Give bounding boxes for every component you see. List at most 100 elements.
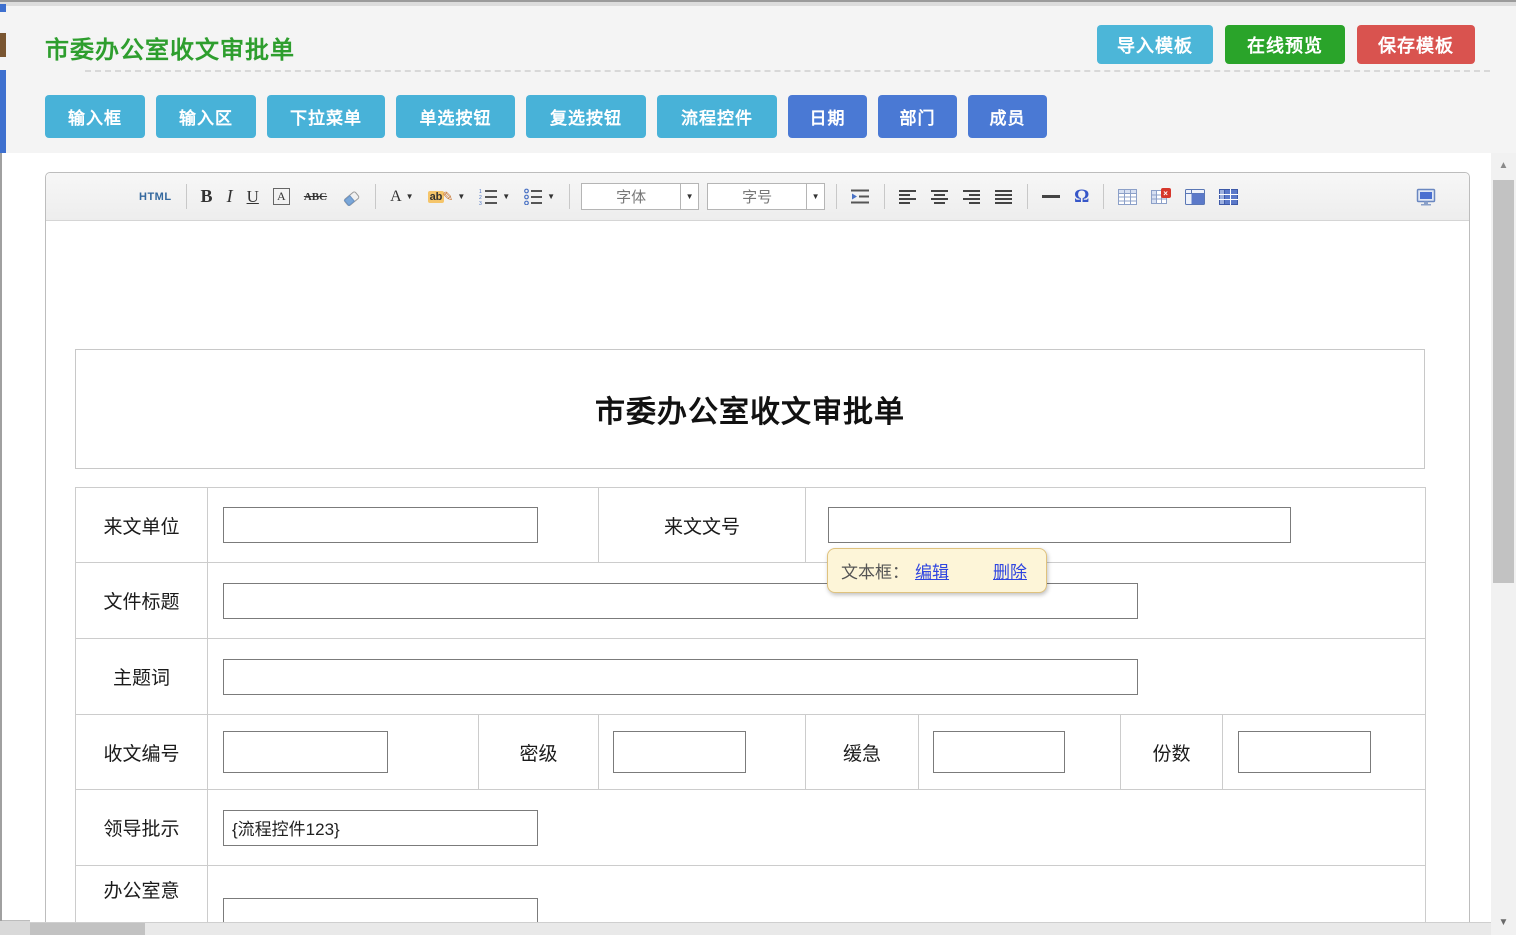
special-char-button[interactable]: Ω [1067,181,1096,213]
widget-department-button[interactable]: 部门 [878,95,957,138]
pencil-icon: ✎ [442,189,453,205]
subject-input[interactable] [223,659,1138,695]
horizontal-scrollbar[interactable] [0,922,1491,935]
widget-member-button[interactable]: 成员 [968,95,1047,138]
leader-comment-flow-input[interactable] [223,810,538,846]
incoming-unit-cell [208,488,599,563]
tooltip-label: 文本框： [841,558,909,583]
font-family-dropdown-button[interactable]: ▼ [681,183,699,210]
horizontal-scrollbar-corner [0,920,30,935]
widget-radio-button[interactable]: 单选按钮 [396,95,515,138]
tooltip-delete-link[interactable]: 删除 [993,558,1027,583]
leader-comment-label: 领导批示 [76,790,208,866]
urgency-cell [919,715,1121,790]
toolbar-separator [186,184,187,209]
align-left-icon [899,189,917,205]
align-left-button[interactable] [892,184,924,210]
incoming-number-input[interactable] [828,507,1291,543]
underline-button[interactable]: U [240,182,266,212]
remove-format-button[interactable] [334,183,368,211]
boxed-a-icon: A [273,188,290,205]
strikethrough-button[interactable]: ABC [297,186,334,208]
monitor-icon [1416,188,1436,206]
bold-button[interactable]: B [194,181,220,212]
table-delete-icon: × [1151,188,1171,205]
fullscreen-button[interactable] [1409,183,1443,211]
align-justify-button[interactable] [988,184,1020,210]
widget-input-box-button[interactable]: 输入框 [45,95,145,138]
cell-properties-icon [1185,189,1205,205]
copies-cell [1223,715,1426,790]
import-template-button[interactable]: 导入模板 [1097,25,1213,64]
toolbar-separator [569,184,570,209]
indent-button[interactable] [844,183,877,210]
widget-dropdown-button[interactable]: 下拉菜单 [267,95,385,138]
unordered-list-icon [524,188,543,205]
font-size-dropdown-button[interactable]: ▼ [807,183,825,210]
scroll-down-arrow[interactable]: ▼ [1491,911,1516,933]
ordered-list-icon: 1 2 3 [479,188,498,205]
incoming-unit-label: 来文单位 [76,488,208,563]
widget-date-button[interactable]: 日期 [788,95,867,138]
tooltip-edit-link[interactable]: 编辑 [915,558,949,583]
eraser-icon [341,188,361,206]
ordered-list-button[interactable]: 1 2 3 ▼ [472,183,517,210]
horizontal-scrollbar-thumb[interactable] [30,923,145,935]
toolbar-separator [375,184,376,209]
editor-toolbar: HTML B I U A ABC A▼ ab✎▼ 1 2 [46,173,1469,221]
table-properties-button[interactable] [1212,184,1245,210]
editor-document-area[interactable]: 市委办公室收文审批单 来文单位 来文文号 文件标题 主 [46,221,1469,934]
window-top-border-inner [0,2,1516,6]
font-size-value: 字号 [707,183,807,210]
highlight-color-button[interactable]: ab✎▼ [421,184,473,210]
font-family-select[interactable]: 字体 ▼ [581,183,699,210]
document-title-box: 市委办公室收文审批单 [75,349,1425,469]
font-color-button[interactable]: A▼ [383,183,420,211]
urgency-input[interactable] [933,731,1065,773]
text-style-button[interactable]: A [266,183,297,210]
unordered-list-button[interactable]: ▼ [517,183,562,210]
chevron-down-icon: ▼ [457,192,465,201]
align-center-icon [931,189,949,205]
incoming-number-label: 来文文号 [599,488,806,563]
chevron-down-icon: ▼ [502,192,510,201]
header-actions: 导入模板 在线预览 保存模板 [1097,25,1475,64]
align-right-button[interactable] [956,184,988,210]
cell-properties-button[interactable] [1178,184,1212,210]
receipt-number-label: 收文编号 [76,715,208,790]
toolbar-separator [1027,184,1028,209]
widget-checkbox-button[interactable]: 复选按钮 [526,95,646,138]
insert-table-button[interactable] [1111,184,1144,210]
rich-text-editor: HTML B I U A ABC A▼ ab✎▼ 1 2 [45,172,1470,935]
delete-table-button[interactable]: × [1144,183,1178,210]
textbox-context-tooltip: 文本框： 编辑 删除 [827,548,1047,593]
receipt-number-input[interactable] [223,731,388,773]
html-source-button[interactable]: HTML [132,186,179,208]
font-color-a-icon: A [390,188,402,206]
table-row: 收文编号 密级 缓急 份数 [76,715,1426,790]
page-header: 市委办公室收文审批单 导入模板 在线预览 保存模板 输入框 输入区 下拉菜单 单… [0,0,1516,153]
secrecy-cell [599,715,806,790]
italic-button[interactable]: I [220,181,240,212]
header-divider [85,70,1490,72]
chevron-down-icon: ▼ [547,192,555,201]
urgency-label: 缓急 [806,715,919,790]
secrecy-input[interactable] [613,731,746,773]
table-row: 主题词 [76,639,1426,715]
copies-input[interactable] [1238,731,1371,773]
horizontal-rule-button[interactable] [1035,190,1067,203]
incoming-unit-input[interactable] [223,507,538,543]
widget-textarea-button[interactable]: 输入区 [156,95,256,138]
vertical-scrollbar-thumb[interactable] [1493,180,1514,583]
widget-flow-control-button[interactable]: 流程控件 [657,95,777,138]
document-title: 市委办公室收文审批单 [595,387,905,431]
app-window: 市委办公室收文审批单 导入模板 在线预览 保存模板 输入框 输入区 下拉菜单 单… [0,0,1516,935]
svg-text:3: 3 [479,201,482,205]
align-center-button[interactable] [924,184,956,210]
vertical-scrollbar[interactable]: ▲ ▼ [1491,153,1516,935]
online-preview-button[interactable]: 在线预览 [1225,25,1345,64]
save-template-button[interactable]: 保存模板 [1357,25,1475,64]
doc-title-label: 文件标题 [76,563,208,639]
font-size-select[interactable]: 字号 ▼ [707,183,825,210]
scroll-up-arrow[interactable]: ▲ [1491,153,1516,177]
